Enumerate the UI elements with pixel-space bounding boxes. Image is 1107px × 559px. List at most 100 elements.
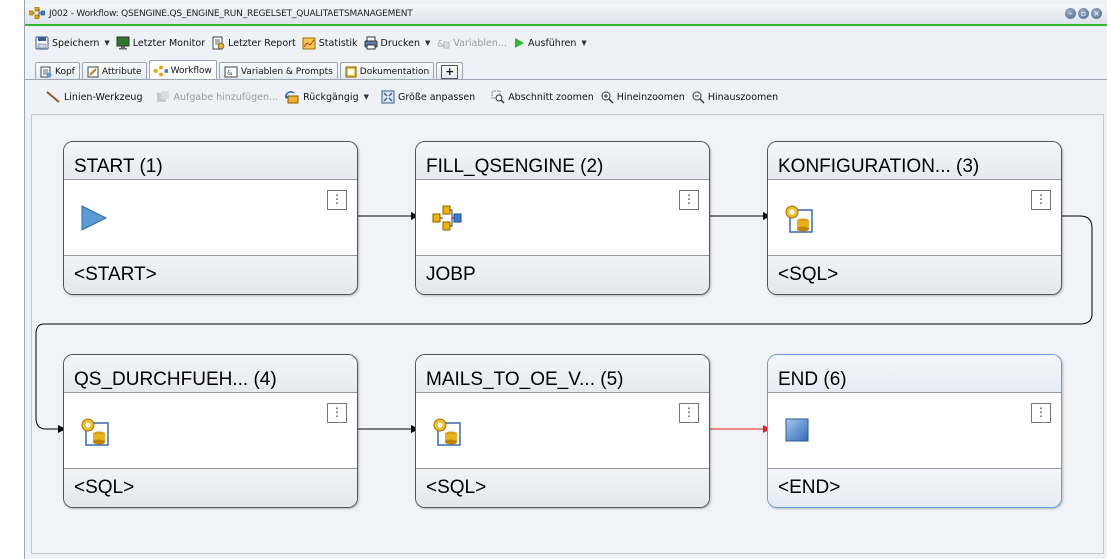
run-button[interactable]: Ausführen ▼ <box>513 37 587 49</box>
sql-database-icon <box>432 417 462 450</box>
add-task-button[interactable]: Aufgabe hinzufügen... <box>156 90 278 104</box>
tab-attribute[interactable]: Attribute <box>81 62 147 80</box>
add-task-icon <box>157 91 170 102</box>
statistics-button[interactable]: Statistik <box>302 36 358 50</box>
zoom-in-label: Hineinzoomen <box>616 91 685 103</box>
workflow-node-qs-durchfueh[interactable]: QS_DURCHFUEH... (4) ⋮ <SQL> <box>63 354 358 508</box>
node-type: <SQL> <box>768 256 1061 294</box>
node-menu-button[interactable]: ⋮ <box>1031 403 1051 423</box>
line-tool-label: Linien-Werkzeug <box>64 91 143 103</box>
tab-dokumentation[interactable]: Dokumentation <box>339 62 435 80</box>
fit-size-button[interactable]: Größe anpassen <box>381 90 475 104</box>
node-type: JOBP <box>416 256 709 294</box>
line-tool-button[interactable]: Linien-Werkzeug <box>45 90 142 104</box>
node-menu-button[interactable]: ⋮ <box>327 403 347 423</box>
printer-icon <box>364 36 378 50</box>
node-type: <START> <box>64 256 357 294</box>
zoom-out-button[interactable]: Hinauszoomen <box>691 90 778 104</box>
statistics-icon <box>302 37 316 50</box>
chevron-down-icon[interactable]: ▼ <box>581 39 586 47</box>
main-toolbar: Speichern ▼ Letzter Monitor Letzter Repor… <box>25 28 1107 58</box>
last-monitor-label: Letzter Monitor <box>132 37 206 49</box>
node-title: FILL_QSENGINE (2) <box>416 142 709 180</box>
tab-label: Kopf <box>55 66 75 77</box>
last-monitor-button[interactable]: Letzter Monitor <box>116 36 205 50</box>
workflow-node-end[interactable]: END (6) ⋮ <END> <box>767 354 1062 508</box>
documentation-icon <box>345 66 357 77</box>
sql-database-icon <box>784 204 814 237</box>
node-menu-button[interactable]: ⋮ <box>1031 190 1051 210</box>
end-square-icon <box>784 417 810 446</box>
svg-text:&: & <box>227 69 233 77</box>
print-label: Drucken <box>380 37 421 49</box>
jobplan-icon <box>432 204 462 235</box>
undo-label: Rückgängig <box>303 91 359 103</box>
node-type: <END> <box>768 469 1061 507</box>
variables-label: Variablen... <box>453 37 507 49</box>
workflow-canvas[interactable]: START (1) ⋮ <START> FILL_QSENGINE (2) ⋮ … <box>31 114 1104 554</box>
workflow-icon <box>28 6 46 22</box>
close-icon[interactable]: × <box>1091 8 1102 19</box>
line-tool-icon <box>46 91 60 103</box>
add-tab-icon: + <box>441 64 459 79</box>
workflow-node-konfiguration[interactable]: KONFIGURATION... (3) ⋮ <SQL> <box>767 141 1062 295</box>
tab-label: Variablen & Prompts <box>240 66 333 77</box>
variables-icon: & <box>224 66 238 77</box>
window-title: J002 - Workflow: QSENGINE.QS_ENGINE_RUN_… <box>49 9 413 19</box>
add-tab-button[interactable]: + <box>436 62 464 80</box>
sql-database-icon <box>80 417 110 450</box>
tab-workflow[interactable]: Workflow <box>148 60 217 80</box>
undo-icon <box>285 91 299 104</box>
print-button[interactable]: Drucken ▼ <box>364 36 430 50</box>
node-title: END (6) <box>768 355 1061 393</box>
chevron-down-icon[interactable]: ▼ <box>104 39 109 47</box>
run-label: Ausführen <box>527 37 577 49</box>
node-menu-button[interactable]: ⋮ <box>679 403 699 423</box>
start-triangle-icon <box>80 204 108 235</box>
tab-label: Workflow <box>170 65 212 76</box>
last-report-label: Letzter Report <box>228 37 296 49</box>
workflow-toolbar: Linien-Werkzeug Aufgabe hinzufügen... Rü… <box>25 84 1107 110</box>
node-title: START (1) <box>64 142 357 180</box>
save-label: Speichern <box>52 37 100 49</box>
node-type: <SQL> <box>64 469 357 507</box>
tab-variablen-prompts[interactable]: & Variablen & Prompts <box>218 62 338 80</box>
chevron-down-icon[interactable]: ▼ <box>425 39 430 47</box>
node-menu-button[interactable]: ⋮ <box>679 190 699 210</box>
zoom-section-button[interactable]: Abschnitt zoomen <box>491 90 594 104</box>
tab-kopf[interactable]: Kopf <box>35 62 80 80</box>
zoom-out-icon <box>692 91 705 104</box>
workflow-node-mails-to-oe[interactable]: MAILS_TO_OE_V... (5) ⋮ <SQL> <box>415 354 710 508</box>
chevron-down-icon[interactable]: ▼ <box>364 93 369 101</box>
zoom-in-button[interactable]: Hineinzoomen <box>600 90 685 104</box>
fit-size-icon <box>381 90 395 104</box>
maximize-icon[interactable]: ▫ <box>1078 8 1089 19</box>
monitor-icon <box>116 36 130 50</box>
save-button[interactable]: Speichern ▼ <box>35 36 110 50</box>
variables-icon: & <box>437 39 450 50</box>
node-title: QS_DURCHFUEH... (4) <box>64 355 357 393</box>
node-title: KONFIGURATION... (3) <box>768 142 1061 180</box>
header-icon <box>40 66 52 77</box>
fit-size-label: Größe anpassen <box>398 91 476 103</box>
zoom-section-icon <box>491 90 505 104</box>
last-report-button[interactable]: Letzter Report <box>211 36 296 50</box>
zoom-in-icon <box>601 91 614 104</box>
zoom-out-label: Hinauszoomen <box>707 91 779 103</box>
add-task-label: Aufgabe hinzufügen... <box>173 91 279 103</box>
tab-label: Dokumentation <box>359 66 430 77</box>
workflow-node-fill-qsengine[interactable]: FILL_QSENGINE (2) ⋮ JOBP <box>415 141 710 295</box>
title-bar: J002 - Workflow: QSENGINE.QS_ENGINE_RUN_… <box>25 4 1107 26</box>
variables-button[interactable]: & Variablen... <box>436 36 507 51</box>
attributes-icon <box>87 66 99 77</box>
tab-separator <box>25 79 1107 80</box>
zoom-section-label: Abschnitt zoomen <box>508 91 594 103</box>
save-icon <box>35 36 49 50</box>
node-title: MAILS_TO_OE_V... (5) <box>416 355 709 393</box>
undo-button[interactable]: Rückgängig ▼ <box>284 90 369 104</box>
minimize-icon[interactable]: – <box>1065 8 1076 19</box>
report-icon <box>212 36 225 50</box>
node-menu-button[interactable]: ⋮ <box>327 190 347 210</box>
workflow-node-start[interactable]: START (1) ⋮ <START> <box>63 141 358 295</box>
tab-label: Attribute <box>101 66 142 77</box>
